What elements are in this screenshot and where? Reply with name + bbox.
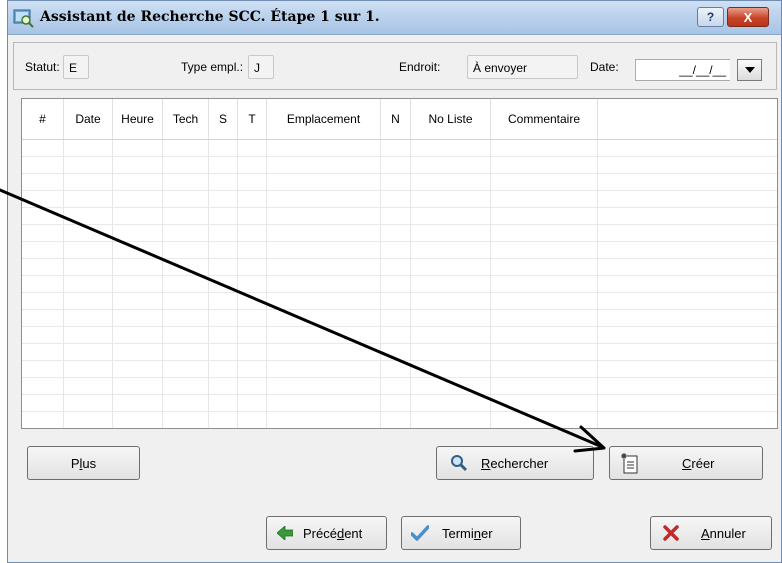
column-header[interactable]: # xyxy=(22,99,64,139)
column-header[interactable]: Heure xyxy=(113,99,163,139)
grid-column-line xyxy=(162,140,163,428)
column-header[interactable]: N xyxy=(381,99,411,139)
table-row[interactable] xyxy=(22,191,777,208)
green-left-arrow-icon xyxy=(273,521,297,545)
table-row[interactable] xyxy=(22,174,777,191)
creer-button[interactable]: Créer xyxy=(609,446,763,480)
column-header[interactable]: Emplacement xyxy=(267,99,381,139)
grid-column-line xyxy=(380,140,381,428)
table-row[interactable] xyxy=(22,378,777,395)
table-row[interactable] xyxy=(22,157,777,174)
red-x-icon xyxy=(659,521,683,545)
column-header[interactable]: Date xyxy=(64,99,113,139)
table-row[interactable] xyxy=(22,412,777,428)
annuler-button[interactable]: Annuler xyxy=(650,516,772,550)
endroit-field: À envoyer xyxy=(467,55,578,79)
grid-column-line xyxy=(410,140,411,428)
close-icon: X xyxy=(743,9,753,25)
annuler-label: Annuler xyxy=(701,525,746,541)
grid-column-line xyxy=(490,140,491,428)
table-row[interactable] xyxy=(22,327,777,344)
plus-label: Plus xyxy=(70,455,97,471)
grid-column-line xyxy=(63,140,64,428)
table-row[interactable] xyxy=(22,225,777,242)
dialog-window: Assistant de Recherche SCC. Étape 1 sur … xyxy=(7,0,782,563)
precedent-button[interactable]: Précédent xyxy=(266,516,387,550)
table-row[interactable] xyxy=(22,310,777,327)
plus-button[interactable]: Plus xyxy=(27,446,140,480)
window-title: Assistant de Recherche SCC. Étape 1 sur … xyxy=(40,9,380,25)
table-row[interactable] xyxy=(22,259,777,276)
grid-column-line xyxy=(597,140,598,428)
column-header[interactable]: T xyxy=(238,99,267,139)
close-button[interactable]: X xyxy=(727,7,769,27)
results-grid[interactable]: # Date Heure Tech S T Emplacement N No L… xyxy=(21,98,778,429)
column-header[interactable]: S xyxy=(209,99,238,139)
creer-label: Créer xyxy=(682,455,715,471)
table-row[interactable] xyxy=(22,344,777,361)
column-header[interactable]: No Liste xyxy=(411,99,491,139)
statut-field: E xyxy=(63,55,89,79)
type-empl-field: J xyxy=(248,55,274,79)
terminer-label: Terminer xyxy=(442,525,493,541)
help-icon: ? xyxy=(706,10,715,24)
grid-column-line xyxy=(266,140,267,428)
column-header[interactable]: Commentaire xyxy=(491,99,598,139)
statut-label: Statut: xyxy=(25,60,60,74)
table-row[interactable] xyxy=(22,395,777,412)
help-button[interactable]: ? xyxy=(697,7,724,27)
chevron-down-icon xyxy=(744,67,755,73)
date-dropdown-button[interactable] xyxy=(737,59,762,81)
grid-column-line xyxy=(237,140,238,428)
grid-column-line xyxy=(208,140,209,428)
grid-column-line xyxy=(112,140,113,428)
magnifier-icon xyxy=(447,451,471,475)
terminer-button[interactable]: Terminer xyxy=(401,516,521,550)
table-row[interactable] xyxy=(22,361,777,378)
column-header[interactable]: Tech xyxy=(163,99,209,139)
rechercher-button[interactable]: Rechercher xyxy=(436,446,594,480)
table-row[interactable] xyxy=(22,242,777,259)
filter-panel: Statut: E Type empl.: J Endroit: À envoy… xyxy=(13,42,777,90)
date-input[interactable]: __/__/__ xyxy=(635,59,730,81)
date-label: Date: xyxy=(590,60,619,74)
new-document-icon xyxy=(618,451,642,475)
table-row[interactable] xyxy=(22,140,777,157)
title-bar[interactable]: Assistant de Recherche SCC. Étape 1 sur … xyxy=(8,1,781,35)
rechercher-label: Rechercher xyxy=(481,455,549,471)
grid-header: # Date Heure Tech S T Emplacement N No L… xyxy=(22,99,777,140)
table-row[interactable] xyxy=(22,293,777,310)
grid-body xyxy=(22,140,777,428)
endroit-label: Endroit: xyxy=(399,60,441,74)
search-assistant-icon xyxy=(13,9,34,28)
table-row[interactable] xyxy=(22,276,777,293)
column-header-filler xyxy=(598,99,777,139)
precedent-label: Précédent xyxy=(303,525,363,541)
checkmark-icon xyxy=(408,521,432,545)
table-row[interactable] xyxy=(22,208,777,225)
type-empl-label: Type empl.: xyxy=(181,60,244,74)
